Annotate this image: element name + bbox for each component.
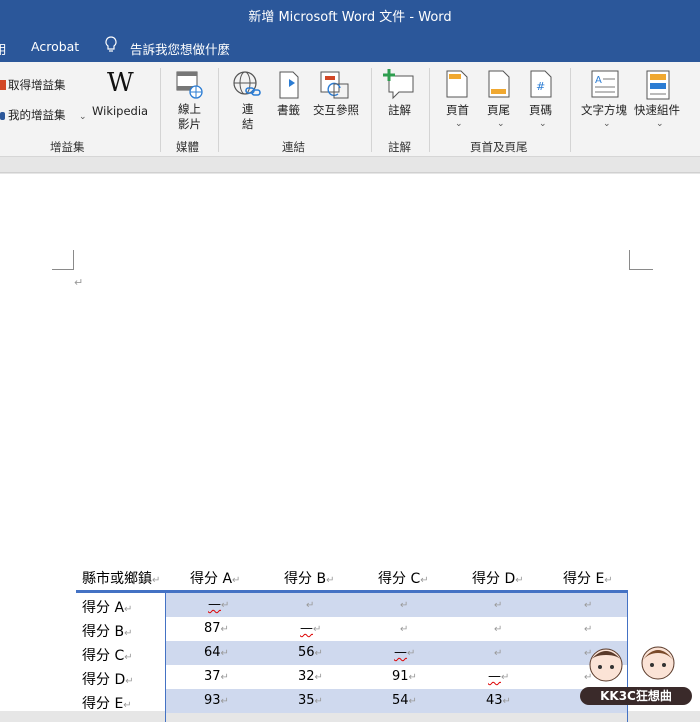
get-addins-button[interactable]: 取得增益集	[8, 78, 66, 93]
window-title: 新增 Microsoft Word 文件 - Word	[248, 9, 452, 25]
chevron-down-icon[interactable]: ⌄	[603, 119, 611, 129]
table-cell[interactable]: 37↵	[204, 669, 229, 684]
tab-acrobat[interactable]: Acrobat	[31, 39, 79, 54]
table-cell[interactable]: 64↵	[204, 645, 229, 660]
page-number-icon: #	[530, 70, 552, 98]
table-cell[interactable]: —↵	[300, 621, 321, 636]
chevron-down-icon[interactable]: ⌄	[497, 119, 505, 129]
table-cell[interactable]: ↵	[584, 621, 592, 636]
chevron-down-icon[interactable]: ⌄	[656, 119, 664, 129]
row-data: —↵ ↵ ↵ ↵ ↵	[166, 593, 628, 617]
table-cell[interactable]: 56↵	[298, 645, 323, 660]
ribbon: 取得增益集 我的增益集 ⌄ W Wikipedia 增益集 線上 影片 媒體 連…	[0, 62, 700, 157]
table-cell[interactable]: 43↵	[486, 693, 511, 708]
quick-parts-button[interactable]: 快速組件	[634, 103, 680, 118]
kk3c-logo-watermark: KK3C狂想曲	[580, 646, 692, 705]
table-cell[interactable]: —↵	[488, 669, 509, 684]
row-label: 得分 E↵	[82, 696, 132, 712]
online-video-icon	[176, 71, 203, 99]
row-label: 得分 B↵	[82, 624, 133, 640]
cross-reference-button[interactable]: 交互參照	[313, 103, 359, 118]
document-page[interactable]: ↵ 縣市或鄉鎮↵ 得分 A↵ 得分 B↵ 得分 C↵ 得分 D↵ 得分 E↵ 得…	[0, 174, 700, 722]
table-cell[interactable]: ↵	[494, 597, 502, 612]
chevron-down-icon[interactable]: ⌄	[79, 112, 87, 122]
my-addins-button[interactable]: 我的增益集	[8, 108, 66, 123]
lightbulb-icon	[105, 36, 117, 52]
online-video-label-1[interactable]: 線上	[178, 102, 201, 117]
footer-icon	[488, 70, 510, 98]
row-data: 93↵ 35↵ 54↵ 43↵ ↵	[166, 689, 628, 713]
svg-text:A: A	[595, 75, 602, 86]
link-label-1[interactable]: 連	[242, 102, 254, 117]
cross-reference-icon	[320, 71, 349, 99]
quick-parts-icon	[646, 70, 670, 100]
page-number-button[interactable]: 頁碼	[529, 103, 552, 118]
group-label-header-footer: 頁首及頁尾	[470, 140, 528, 154]
table-row: 得分 B↵ 87↵ —↵ ↵ ↵ ↵	[76, 617, 628, 641]
wikipedia-w-icon: W	[107, 68, 134, 98]
table-cell[interactable]: —↵	[394, 645, 415, 660]
my-addins-icon	[0, 112, 5, 120]
header-icon	[446, 70, 468, 98]
table-cell[interactable]: 32↵	[298, 669, 323, 684]
crop-mark-left	[52, 250, 74, 270]
row-data: 87↵ —↵ ↵ ↵ ↵	[166, 617, 628, 641]
group-label-comments: 註解	[388, 140, 411, 154]
comment-button[interactable]: 註解	[388, 103, 411, 118]
online-video-label-2[interactable]: 影片	[178, 117, 201, 132]
ribbon-tab-bar: 用 Acrobat 告訴我您想做什麼	[0, 30, 700, 62]
store-icon	[0, 80, 6, 90]
header-button[interactable]: 頁首	[446, 103, 469, 118]
table-cell[interactable]: ↵	[306, 597, 314, 612]
svg-text:#: #	[536, 80, 545, 93]
group-label-media: 媒體	[176, 140, 199, 154]
bookmark-icon	[279, 71, 299, 99]
tab-partial[interactable]: 用	[0, 39, 7, 58]
crop-mark-right	[629, 250, 653, 270]
table-cell[interactable]: 93↵	[204, 693, 229, 708]
table-cell[interactable]: 35↵	[298, 693, 323, 708]
table-cell[interactable]: 54↵	[392, 693, 417, 708]
row-label: 得分 C↵	[82, 648, 133, 664]
paragraph-mark: ↵	[74, 276, 84, 289]
text-box-button[interactable]: 文字方塊	[581, 103, 627, 118]
table-cell[interactable]: 91↵	[392, 669, 417, 684]
new-comment-icon	[383, 69, 414, 100]
group-separator	[570, 68, 571, 152]
link-label-2[interactable]: 結	[242, 117, 254, 132]
table-cell[interactable]: ↵	[584, 597, 592, 612]
table-row: 得分 E↵ 93↵ 35↵ 54↵ 43↵ ↵	[76, 689, 628, 713]
group-label-links: 連結	[282, 140, 305, 154]
row-label: 得分 D↵	[82, 672, 134, 688]
text-box-icon: A	[591, 70, 619, 98]
group-separator	[429, 68, 430, 152]
chevron-down-icon[interactable]: ⌄	[455, 119, 463, 129]
table-row: 得分 C↵ 64↵ 56↵ —↵ ↵ ↵	[76, 641, 628, 665]
bookmark-button[interactable]: 書籤	[277, 103, 300, 118]
link-globe-icon	[233, 71, 261, 96]
table-cell[interactable]: ↵	[400, 597, 408, 612]
table-cell[interactable]: ↵	[494, 621, 502, 636]
table-cell[interactable]: ↵	[400, 621, 408, 636]
group-label-addins: 增益集	[50, 140, 85, 154]
row-label: 得分 A↵	[82, 600, 133, 616]
table-row: 得分 A↵ —↵ ↵ ↵ ↵ ↵	[76, 593, 628, 617]
svg-text:KK3C狂想曲: KK3C狂想曲	[600, 688, 672, 703]
table-cell[interactable]: ↵	[494, 645, 502, 660]
group-separator	[218, 68, 219, 152]
row-data: 37↵ 32↵ 91↵ —↵ ↵	[166, 665, 628, 689]
title-bar: 新增 Microsoft Word 文件 - Word	[0, 0, 700, 30]
tell-me-search[interactable]: 告訴我您想做什麼	[130, 39, 230, 58]
group-separator	[371, 68, 372, 152]
wikipedia-button[interactable]: Wikipedia	[92, 104, 148, 119]
table-cell[interactable]: 87↵	[204, 621, 229, 636]
footer-button[interactable]: 頁尾	[487, 103, 510, 118]
row-data: 64↵ 56↵ —↵ ↵ ↵	[166, 641, 628, 665]
chevron-down-icon[interactable]: ⌄	[539, 119, 547, 129]
ruler-strip	[0, 157, 700, 173]
table-cell[interactable]: —↵	[208, 597, 229, 612]
table-row: 得分 D↵ 37↵ 32↵ 91↵ —↵ ↵	[76, 665, 628, 689]
group-separator	[160, 68, 161, 152]
